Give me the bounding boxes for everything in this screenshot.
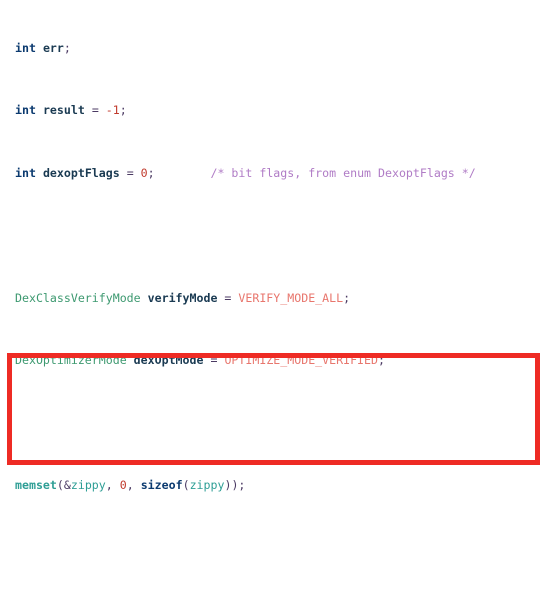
- code-line: DexClassVerifyMode verifyMode = VERIFY_M…: [15, 290, 351, 305]
- code-line: int dexoptFlags = 0; /* bit flags, from …: [15, 165, 476, 180]
- code-line: memset(&zippy, 0, sizeof(zippy));: [15, 478, 246, 493]
- code-content[interactable]: int err; int result = -1; int dexoptFlag…: [0, 0, 548, 591]
- code-line: int err;: [15, 40, 71, 55]
- code-viewer[interactable]: int err; int result = -1; int dexoptFlag…: [0, 0, 548, 591]
- code-line: DexOptimizerMode dexOptMode = OPTIMIZE_M…: [15, 353, 385, 368]
- code-line: int result = -1;: [15, 103, 127, 118]
